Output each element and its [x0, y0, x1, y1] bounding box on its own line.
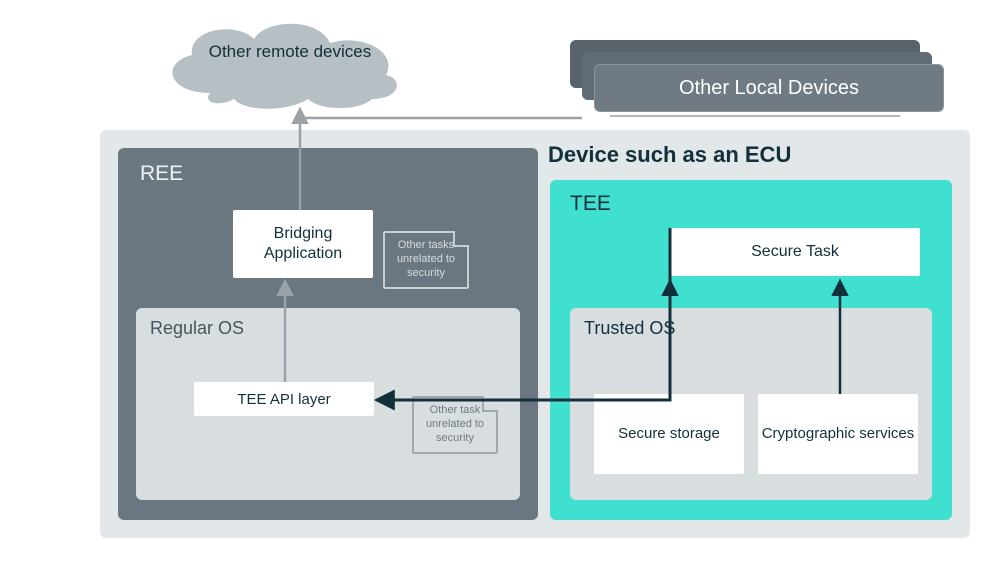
- bridging-application-box: Bridging Application: [233, 210, 373, 278]
- note-other-tasks-1: Other tasks unrelated to security: [383, 231, 469, 289]
- note2-label: Other task unrelated to security: [418, 404, 492, 445]
- cloud-remote-devices: Other remote devices: [150, 15, 410, 110]
- crypto-services-label: Cryptographic services: [762, 424, 915, 444]
- tee-api-label: TEE API layer: [237, 391, 330, 408]
- note1-label: Other tasks unrelated to security: [389, 239, 463, 280]
- local-devices-underline: [610, 115, 900, 117]
- diagram-canvas: Other remote devices Other Local Devices…: [0, 0, 1000, 563]
- regular-os-container: Regular OS TEE API layer Other task unre…: [136, 308, 520, 500]
- trusted-os-container: Trusted OS Secure storage Cryptographic …: [570, 308, 932, 500]
- tee-container: TEE Secure Task Trusted OS Secure storag…: [550, 180, 952, 520]
- trusted-os-title: Trusted OS: [584, 318, 675, 339]
- tee-title: TEE: [570, 192, 611, 216]
- crypto-services-box: Cryptographic services: [758, 394, 918, 474]
- local-devices-label: Other Local Devices: [679, 77, 859, 100]
- regular-os-title: Regular OS: [150, 318, 244, 339]
- ree-title: REE: [140, 162, 183, 186]
- secure-storage-box: Secure storage: [594, 394, 744, 474]
- cloud-icon: [150, 15, 410, 115]
- secure-storage-label: Secure storage: [618, 424, 720, 444]
- note-other-tasks-2: Other task unrelated to security: [412, 396, 498, 454]
- secure-task-box: Secure Task: [670, 228, 920, 276]
- ree-container: REE Bridging Application Other tasks unr…: [118, 148, 538, 520]
- local-device-card-front: Other Local Devices: [594, 64, 944, 112]
- device-container: Device such as an ECU REE Bridging Appli…: [100, 130, 970, 538]
- cloud-label: Other remote devices: [200, 41, 380, 62]
- bridging-label: Bridging Application: [233, 224, 373, 264]
- other-local-devices: Other Local Devices: [570, 40, 950, 105]
- secure-task-label: Secure Task: [751, 243, 839, 261]
- device-title: Device such as an ECU: [548, 142, 791, 168]
- tee-api-layer-box: TEE API layer: [194, 382, 374, 416]
